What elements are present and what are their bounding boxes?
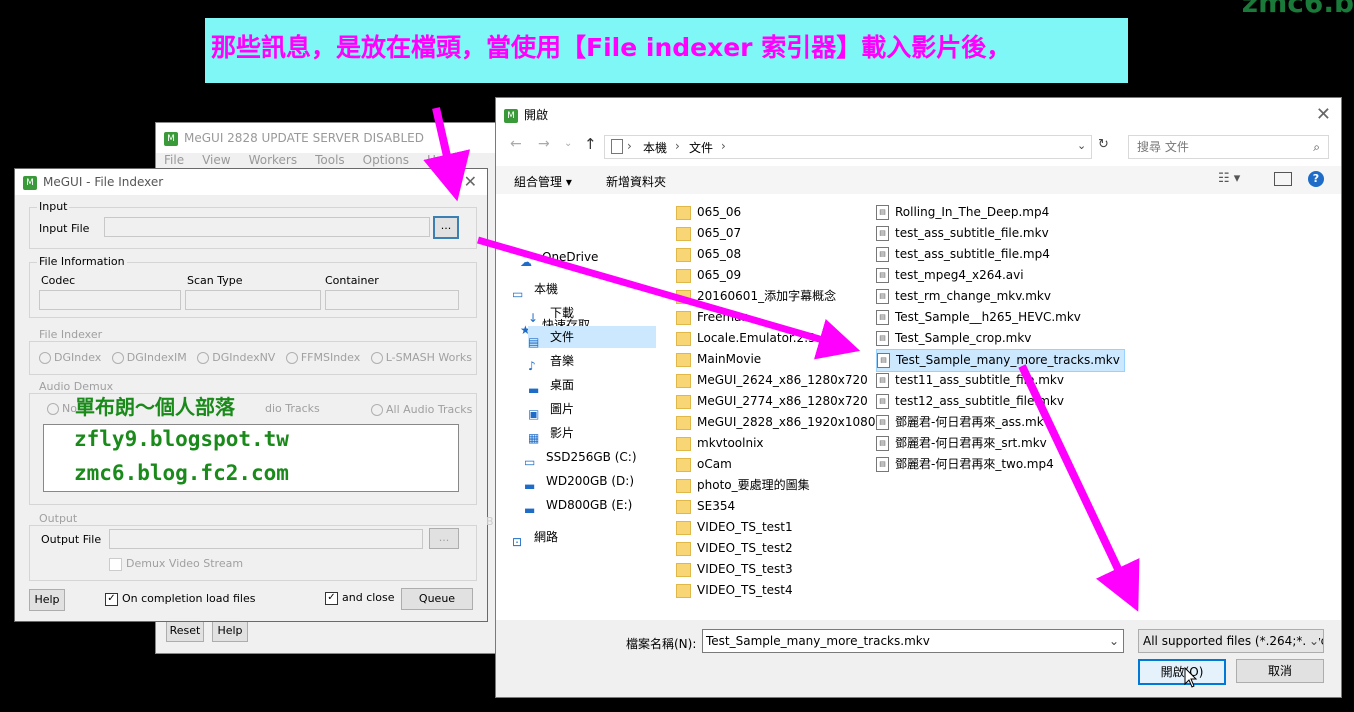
arrow-to-open xyxy=(1018,364,1140,612)
arrow-to-file xyxy=(477,236,861,360)
arrow-to-browse xyxy=(423,107,471,202)
annotation-arrows xyxy=(423,107,1140,612)
